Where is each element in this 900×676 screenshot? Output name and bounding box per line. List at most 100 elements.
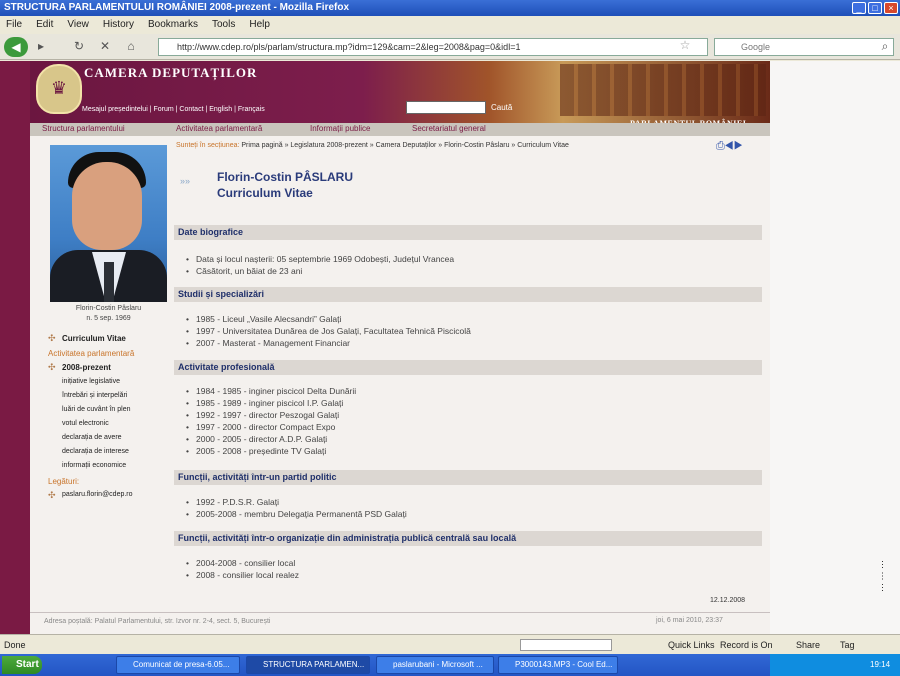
taskbar-item-word[interactable]: Comunicat de presa-6.05... bbox=[116, 656, 240, 674]
list-item: 1985 - 1989 - inginer piscicol I.P. Gala… bbox=[186, 398, 343, 408]
breadcrumb: Sunteți în secțiunea: Prima pagină » Leg… bbox=[176, 142, 569, 149]
sidebar-item-questions[interactable]: întrebări și interpelări bbox=[62, 392, 127, 399]
site-title: CAMERA DEPUTAȚILOR bbox=[84, 65, 258, 80]
clock: 19:14 bbox=[870, 660, 891, 669]
tab-structure[interactable]: Structura parlamentului bbox=[42, 124, 125, 133]
sidebar-activity-heading: Activitatea parlamentară bbox=[48, 349, 135, 358]
start-button[interactable]: Start bbox=[2, 656, 42, 674]
sidebar-item-interests[interactable]: declarația de interese bbox=[62, 448, 129, 455]
tab-activity[interactable]: Activitatea parlamentară bbox=[176, 124, 262, 133]
record-button[interactable]: Record is On bbox=[720, 635, 773, 655]
list-item: 1992 - 1997 - director Peszogal Galați bbox=[186, 410, 339, 420]
header-top-links[interactable]: Mesajul președintelui | Forum | Contact … bbox=[82, 106, 265, 113]
window-title: STRUCTURA PARLAMENTULUI ROMÂNIEI 2008-pr… bbox=[4, 2, 350, 13]
breadcrumb-path[interactable]: Prima pagină » Legislatura 2008-prezent … bbox=[241, 142, 568, 149]
list-item: 1984 - 1985 - inginer piscicol Delta Dun… bbox=[186, 386, 356, 396]
sidebar-item-votes[interactable]: votul electronic bbox=[62, 420, 109, 427]
sidebar-cv-link[interactable]: Curriculum Vitae bbox=[62, 334, 126, 343]
menu-edit[interactable]: Edit bbox=[36, 19, 53, 30]
list-item: 2000 - 2005 - director A.D.P. Galați bbox=[186, 434, 327, 444]
list-item: Căsătorit, un băiat de 23 ani bbox=[186, 266, 302, 276]
section-heading-studies: Studii și specializări bbox=[174, 287, 762, 302]
stop-icon[interactable]: ✕ bbox=[96, 39, 114, 55]
minimize-icon[interactable]: _ bbox=[852, 2, 866, 14]
taskbar-item-cooledit[interactable]: P3000143.MP3 - Cool Ed... bbox=[498, 656, 618, 674]
web-search-placeholder: Google bbox=[741, 42, 771, 52]
web-search-input[interactable]: Google bbox=[714, 38, 894, 56]
section-heading-professional: Activitate profesională bbox=[174, 360, 762, 375]
coat-of-arms-icon: ♛ bbox=[36, 64, 82, 114]
forward-arrow-icon[interactable]: ▸ bbox=[32, 39, 50, 55]
main-nav-tabs: Structura parlamentului Activitatea parl… bbox=[30, 123, 770, 136]
sidebar-item-economic[interactable]: informații economice bbox=[62, 462, 126, 469]
menu-view[interactable]: View bbox=[67, 19, 89, 30]
tab-secretariat[interactable]: Secretariatul general bbox=[412, 124, 486, 133]
next-arrow-icon[interactable]: ▶ bbox=[734, 140, 743, 152]
list-item: 1985 - Liceul „Vasile Alecsandri” Galați bbox=[186, 314, 341, 324]
close-icon[interactable]: × bbox=[884, 2, 898, 14]
menu-file[interactable]: File bbox=[6, 19, 22, 30]
list-item: 2005 - 2008 - președinte TV Galați bbox=[186, 446, 326, 456]
portrait-caption-born: n. 5 sep. 1969 bbox=[86, 315, 131, 322]
sidebar-links-heading: Legături: bbox=[48, 477, 80, 486]
term-bullet-icon: ✣ bbox=[48, 362, 56, 372]
reload-icon[interactable]: ↻ bbox=[70, 39, 88, 55]
sidebar-item-assets[interactable]: declarația de avere bbox=[62, 434, 122, 441]
section-heading-bio: Date biografice bbox=[174, 225, 762, 240]
list-item: Data și locul nașterii: 05 septembrie 19… bbox=[186, 254, 454, 264]
url-field[interactable]: http://www.cdep.ro/pls/parlam/structura.… bbox=[158, 38, 708, 56]
prev-arrow-icon[interactable]: ◀ bbox=[725, 140, 734, 152]
list-item: 2004-2008 - consilier local bbox=[186, 558, 295, 568]
maximize-icon[interactable]: □ bbox=[868, 2, 882, 14]
email-bullet-icon: ✣ bbox=[48, 490, 56, 500]
menu-help[interactable]: Help bbox=[249, 19, 270, 30]
portrait-tie bbox=[104, 262, 114, 302]
footer-address: Adresa poștală: Palatul Parlamentului, s… bbox=[44, 618, 271, 625]
system-tray: 19:14 bbox=[770, 654, 900, 676]
footer-timestamp: joi, 6 mai 2010, 23:37 bbox=[656, 617, 723, 624]
menu-bookmarks[interactable]: Bookmarks bbox=[148, 19, 198, 30]
decorative-arrows-icon: »» bbox=[180, 176, 191, 186]
portrait-face bbox=[72, 162, 142, 250]
list-item: 1992 - P.D.S.R. Galați bbox=[186, 497, 279, 507]
list-item: 2007 - Masterat - Management Financiar bbox=[186, 338, 350, 348]
scroll-indicator: ⋯ ⋯ ⋯ bbox=[878, 560, 888, 593]
search-icon[interactable]: ⌕ bbox=[876, 39, 894, 55]
quick-links-button[interactable]: Quick Links bbox=[668, 635, 715, 655]
home-icon[interactable]: ⌂ bbox=[122, 39, 140, 55]
cv-bullet-icon: ✣ bbox=[48, 333, 56, 343]
list-item: 1997 - Universitatea Dunărea de Jos Gala… bbox=[186, 326, 471, 336]
taskbar-item-paint[interactable]: paslarubani - Microsoft ... bbox=[376, 656, 494, 674]
deputy-name: Florin-Costin PÂSLARU bbox=[217, 170, 353, 184]
list-item: 1997 - 2000 - director Compact Expo bbox=[186, 422, 335, 432]
back-arrow-icon[interactable]: ◀ bbox=[4, 37, 28, 57]
site-search-input[interactable] bbox=[406, 101, 486, 114]
list-item: 2008 - consilier local realez bbox=[186, 570, 299, 580]
window-title-bar: STRUCTURA PARLAMENTULUI ROMÂNIEI 2008-pr… bbox=[0, 0, 900, 16]
page-title: Curriculum Vitae bbox=[217, 186, 313, 200]
sidebar-item-initiatives[interactable]: inițiative legislative bbox=[62, 378, 120, 385]
taskbar-item-firefox[interactable]: STRUCTURA PARLAMEN... bbox=[246, 656, 370, 674]
url-text: http://www.cdep.ro/pls/parlam/structura.… bbox=[177, 42, 521, 52]
sidebar-email-link[interactable]: paslaru.florin@cdep.ro bbox=[62, 491, 133, 498]
decorative-left-strip bbox=[0, 61, 30, 634]
page-tools: ⎙◀▶ bbox=[716, 140, 742, 153]
status-bar: Done Quick Links Record is On Share Tag bbox=[0, 634, 900, 654]
status-dropdown[interactable] bbox=[520, 639, 612, 651]
tag-button[interactable]: Tag bbox=[840, 635, 855, 655]
tab-public-info[interactable]: Informații publice bbox=[310, 124, 370, 133]
breadcrumb-lead: Sunteți în secțiunea: bbox=[176, 142, 240, 149]
parliament-hall-image bbox=[560, 64, 766, 116]
menu-history[interactable]: History bbox=[103, 19, 134, 30]
site-search-button[interactable]: Caută bbox=[491, 103, 512, 112]
share-button[interactable]: Share bbox=[796, 635, 820, 655]
menu-bar: File Edit View History Bookmarks Tools Help bbox=[0, 16, 900, 34]
sidebar-term-link[interactable]: 2008-prezent bbox=[62, 363, 111, 372]
print-icon[interactable]: ⎙ bbox=[716, 140, 725, 152]
menu-tools[interactable]: Tools bbox=[212, 19, 235, 30]
section-heading-party: Funcții, activități într-un partid polit… bbox=[174, 470, 762, 485]
list-item: 2005-2008 - membru Delegația Permanentă … bbox=[186, 509, 407, 519]
sidebar-item-speeches[interactable]: luări de cuvânt în plen bbox=[62, 406, 131, 413]
page-right-margin bbox=[770, 61, 900, 634]
bookmark-star-icon[interactable]: ☆ bbox=[676, 38, 694, 54]
